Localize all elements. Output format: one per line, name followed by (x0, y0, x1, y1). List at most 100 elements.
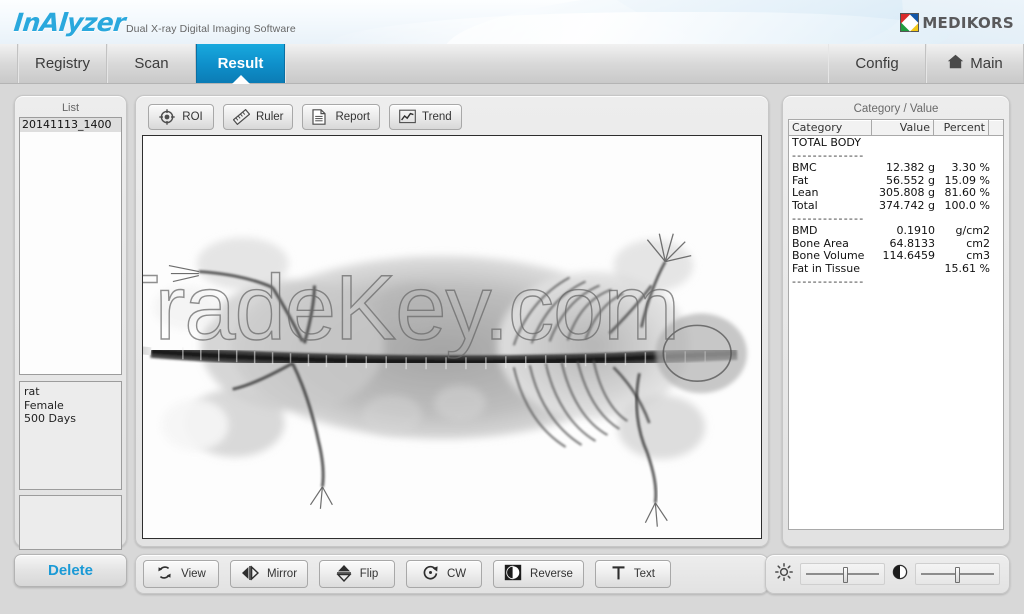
tab-result[interactable]: Result (196, 44, 285, 83)
row-percent: 3.30 % (951, 161, 990, 175)
tab-result-label: Result (217, 55, 264, 72)
line-chart-icon (399, 109, 416, 125)
text-button[interactable]: Text (594, 560, 671, 588)
rotate-cw-button[interactable]: CW (406, 560, 483, 588)
row-percent: 100.0 % (944, 198, 990, 212)
reverse-button[interactable]: Reverse (493, 560, 584, 588)
tab-config[interactable]: Config (828, 44, 926, 83)
text-button-label: Text (633, 568, 655, 580)
row-percent: 15.61 % (944, 261, 990, 275)
report-button-label: Report (335, 111, 371, 123)
tab-main-label: Main (970, 55, 1003, 72)
mirror-button-label: Mirror (267, 568, 298, 580)
subject-notes-box (19, 495, 122, 550)
tabbar-filler (285, 44, 828, 83)
table-row: Total 374.742 g 100.0 % (792, 198, 1001, 213)
image-toolbar: ROI Ruler Report Trend (142, 102, 762, 135)
column-header-percent[interactable]: Percent (934, 119, 989, 136)
workspace: List 20141113_1400 rat Female 500 Days D… (0, 85, 1024, 614)
trend-button-label: Trend (422, 111, 452, 123)
tab-config-label: Config (855, 55, 899, 72)
product-tagline: Dual X-ray Digital Imaging Software (126, 23, 296, 35)
row-label: Fat in Tissue (792, 261, 861, 275)
results-table-body[interactable]: TOTAL BODY -------------- BMC 12.382 g 3… (788, 136, 1004, 530)
home-icon (947, 54, 964, 73)
table-row: Fat in Tissue 15.61 % (792, 261, 1001, 276)
tab-scan[interactable]: Scan (107, 44, 196, 83)
contrast-halfcircle-icon (892, 564, 908, 585)
results-divider-3: -------------- (792, 274, 865, 288)
brightness-slider[interactable] (800, 563, 885, 585)
section-total-body: TOTAL BODY (792, 136, 861, 149)
brightness-sun-icon (775, 562, 793, 586)
medikors-diamond-logo-icon (900, 13, 920, 32)
rotate-clockwise-icon (422, 564, 439, 584)
roi-button-label: ROI (182, 111, 203, 123)
list-item[interactable]: 20141113_1400 (20, 118, 121, 132)
xray-image-viewport[interactable]: TradeKey.com (142, 135, 762, 539)
row-value: 0.1910 (896, 224, 936, 238)
ruler-button-label: Ruler (256, 111, 284, 123)
bottom-bar: View Mirror Flip CW Reverse Text (0, 554, 1024, 614)
brightness-slider-thumb[interactable] (843, 567, 849, 583)
contrast-slider-thumb[interactable] (955, 567, 960, 583)
rotate-cw-button-label: CW (446, 568, 467, 580)
image-adjust-panel (765, 554, 1010, 594)
text-tool-icon (611, 565, 626, 584)
column-header-category[interactable]: Category (788, 119, 872, 136)
image-transform-toolbar: View Mirror Flip CW Reverse Text (135, 554, 769, 594)
row-value: 12.382 g (886, 161, 935, 175)
company-name: MEDIKORS (922, 13, 1014, 32)
report-button[interactable]: Report (302, 104, 381, 130)
table-row: BMC 12.382 g 3.30 % (792, 162, 1001, 175)
row-unit: g/cm2 (955, 224, 990, 238)
subject-age: 500 Days (24, 412, 76, 425)
invert-contrast-icon (504, 564, 522, 584)
flip-button[interactable]: Flip (319, 560, 396, 588)
flip-vertical-icon (336, 564, 352, 585)
refresh-cycle-icon (156, 564, 173, 584)
image-panel: ROI Ruler Report Trend (135, 95, 769, 547)
view-button[interactable]: View (143, 560, 219, 588)
subject-sex: Female (24, 398, 64, 412)
xray-image (143, 136, 761, 538)
scan-list[interactable]: 20141113_1400 (19, 117, 122, 375)
tab-main[interactable]: Main (926, 44, 1024, 83)
crosshair-target-icon (159, 109, 175, 125)
flip-button-label: Flip (359, 568, 379, 580)
tab-registry-label: Registry (34, 55, 90, 72)
results-table-header: Category Value Percent (788, 119, 1004, 136)
mirror-button[interactable]: Mirror (230, 560, 309, 588)
company-brand: MEDIKORS (900, 13, 1014, 32)
trend-button[interactable]: Trend (389, 104, 462, 130)
subject-species: rat (24, 385, 40, 398)
tab-scan-label: Scan (134, 55, 169, 72)
view-button-label: View (181, 568, 206, 580)
ruler-icon (232, 108, 251, 126)
results-panel: Category / Value Category Value Percent … (782, 95, 1010, 547)
roi-button[interactable]: ROI (148, 104, 214, 130)
contrast-slider[interactable] (915, 563, 1000, 585)
column-header-value[interactable]: Value (872, 119, 934, 136)
product-logo: InAlyzer (12, 8, 127, 37)
list-panel-title: List (61, 102, 80, 114)
document-icon (312, 109, 328, 125)
row-label: BMD (792, 224, 818, 238)
main-tabbar: Registry Scan Result Config Main (0, 44, 1024, 84)
row-label: BMC (792, 161, 817, 175)
tab-registry[interactable]: Registry (18, 44, 107, 83)
tabbar-left-edge (0, 44, 18, 83)
ruler-button[interactable]: Ruler (223, 104, 294, 130)
row-value (875, 263, 935, 276)
table-row: BMD 0.1910 g/cm2 (792, 225, 1001, 238)
subject-info-box: rat Female 500 Days (19, 381, 122, 490)
row-value: 114.6459 (882, 249, 936, 263)
column-header-spacer (989, 119, 1004, 136)
results-section-label: TOTAL BODY (792, 136, 1001, 150)
scan-list-panel: List 20141113_1400 rat Female 500 Days (14, 95, 127, 550)
row-value: 374.742 g (879, 198, 935, 212)
row-label: Total (792, 198, 818, 212)
header-decoration-3 (330, 12, 950, 44)
mirror-horizontal-icon (241, 564, 260, 584)
reverse-button-label: Reverse (530, 568, 573, 580)
